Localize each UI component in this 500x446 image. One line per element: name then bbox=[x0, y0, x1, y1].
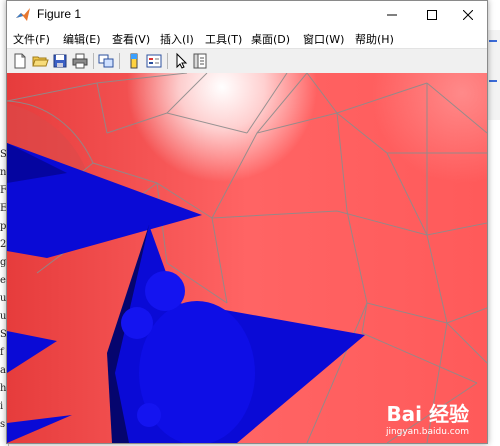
figure-axes[interactable]: Bai 经验 jingyan.baidu.com bbox=[7, 73, 487, 443]
surface-plot bbox=[7, 73, 487, 443]
toolbar-separator bbox=[93, 53, 94, 69]
link-plot-button[interactable] bbox=[97, 52, 115, 70]
menu-insert[interactable]: 插入(I) bbox=[160, 31, 194, 47]
baidu-jingyan-watermark: Bai 经验 jingyan.baidu.com bbox=[386, 398, 469, 437]
title-bar[interactable]: Figure 1 bbox=[7, 1, 487, 29]
watermark-logo: Bai 经验 bbox=[386, 402, 469, 426]
menu-edit[interactable]: 编辑(E) bbox=[63, 31, 101, 47]
cone-bump-left bbox=[121, 307, 153, 339]
save-icon bbox=[53, 54, 67, 68]
close-icon bbox=[463, 10, 473, 20]
menu-window[interactable]: 窗口(W) bbox=[303, 31, 344, 47]
print-icon bbox=[72, 53, 88, 69]
open-file-button[interactable] bbox=[31, 52, 49, 70]
insert-legend-button[interactable] bbox=[145, 52, 163, 70]
watermark-url: jingyan.baidu.com bbox=[385, 427, 469, 437]
window-title: Figure 1 bbox=[37, 7, 82, 21]
property-inspector-button[interactable] bbox=[191, 52, 209, 70]
new-figure-button[interactable] bbox=[11, 52, 29, 70]
bg-scroll-marker bbox=[489, 80, 497, 82]
minimize-icon bbox=[387, 14, 397, 16]
save-button[interactable] bbox=[51, 52, 69, 70]
figure-window: Figure 1 文件(F) 编辑(E) 查看(V) 插入(I) 工具(T) 桌… bbox=[6, 0, 488, 444]
menu-desktop[interactable]: 桌面(D) bbox=[251, 31, 290, 47]
figure-toolbar bbox=[7, 48, 487, 74]
pointer-icon bbox=[176, 52, 188, 69]
open-file-icon bbox=[32, 56, 49, 67]
menu-file[interactable]: 文件(F) bbox=[13, 31, 50, 47]
cone-bump-top bbox=[145, 271, 185, 311]
insert-colorbar-icon bbox=[130, 53, 138, 69]
menu-help[interactable]: 帮助(H) bbox=[355, 31, 394, 47]
pointer-button[interactable] bbox=[172, 52, 190, 70]
toolbar-separator bbox=[167, 53, 168, 69]
minimize-button[interactable] bbox=[373, 1, 411, 29]
cone-bump-lower bbox=[137, 403, 161, 427]
menu-view[interactable]: 查看(V) bbox=[112, 31, 150, 47]
bg-scroll-marker bbox=[489, 40, 497, 42]
maximize-button[interactable] bbox=[413, 1, 451, 29]
maximize-icon bbox=[427, 10, 437, 20]
new-figure-icon bbox=[14, 53, 26, 69]
property-inspector-icon bbox=[193, 53, 207, 69]
menu-bar: 文件(F) 编辑(E) 查看(V) 插入(I) 工具(T) 桌面(D) 窗口(W… bbox=[7, 29, 487, 47]
menu-tools[interactable]: 工具(T) bbox=[205, 31, 242, 47]
matlab-logo-icon bbox=[16, 8, 30, 21]
close-button[interactable] bbox=[449, 1, 487, 29]
insert-legend-icon bbox=[146, 54, 162, 68]
insert-colorbar-button[interactable] bbox=[125, 52, 143, 70]
print-button[interactable] bbox=[71, 52, 89, 70]
link-plot-icon bbox=[98, 54, 114, 68]
toolbar-separator bbox=[119, 53, 120, 69]
